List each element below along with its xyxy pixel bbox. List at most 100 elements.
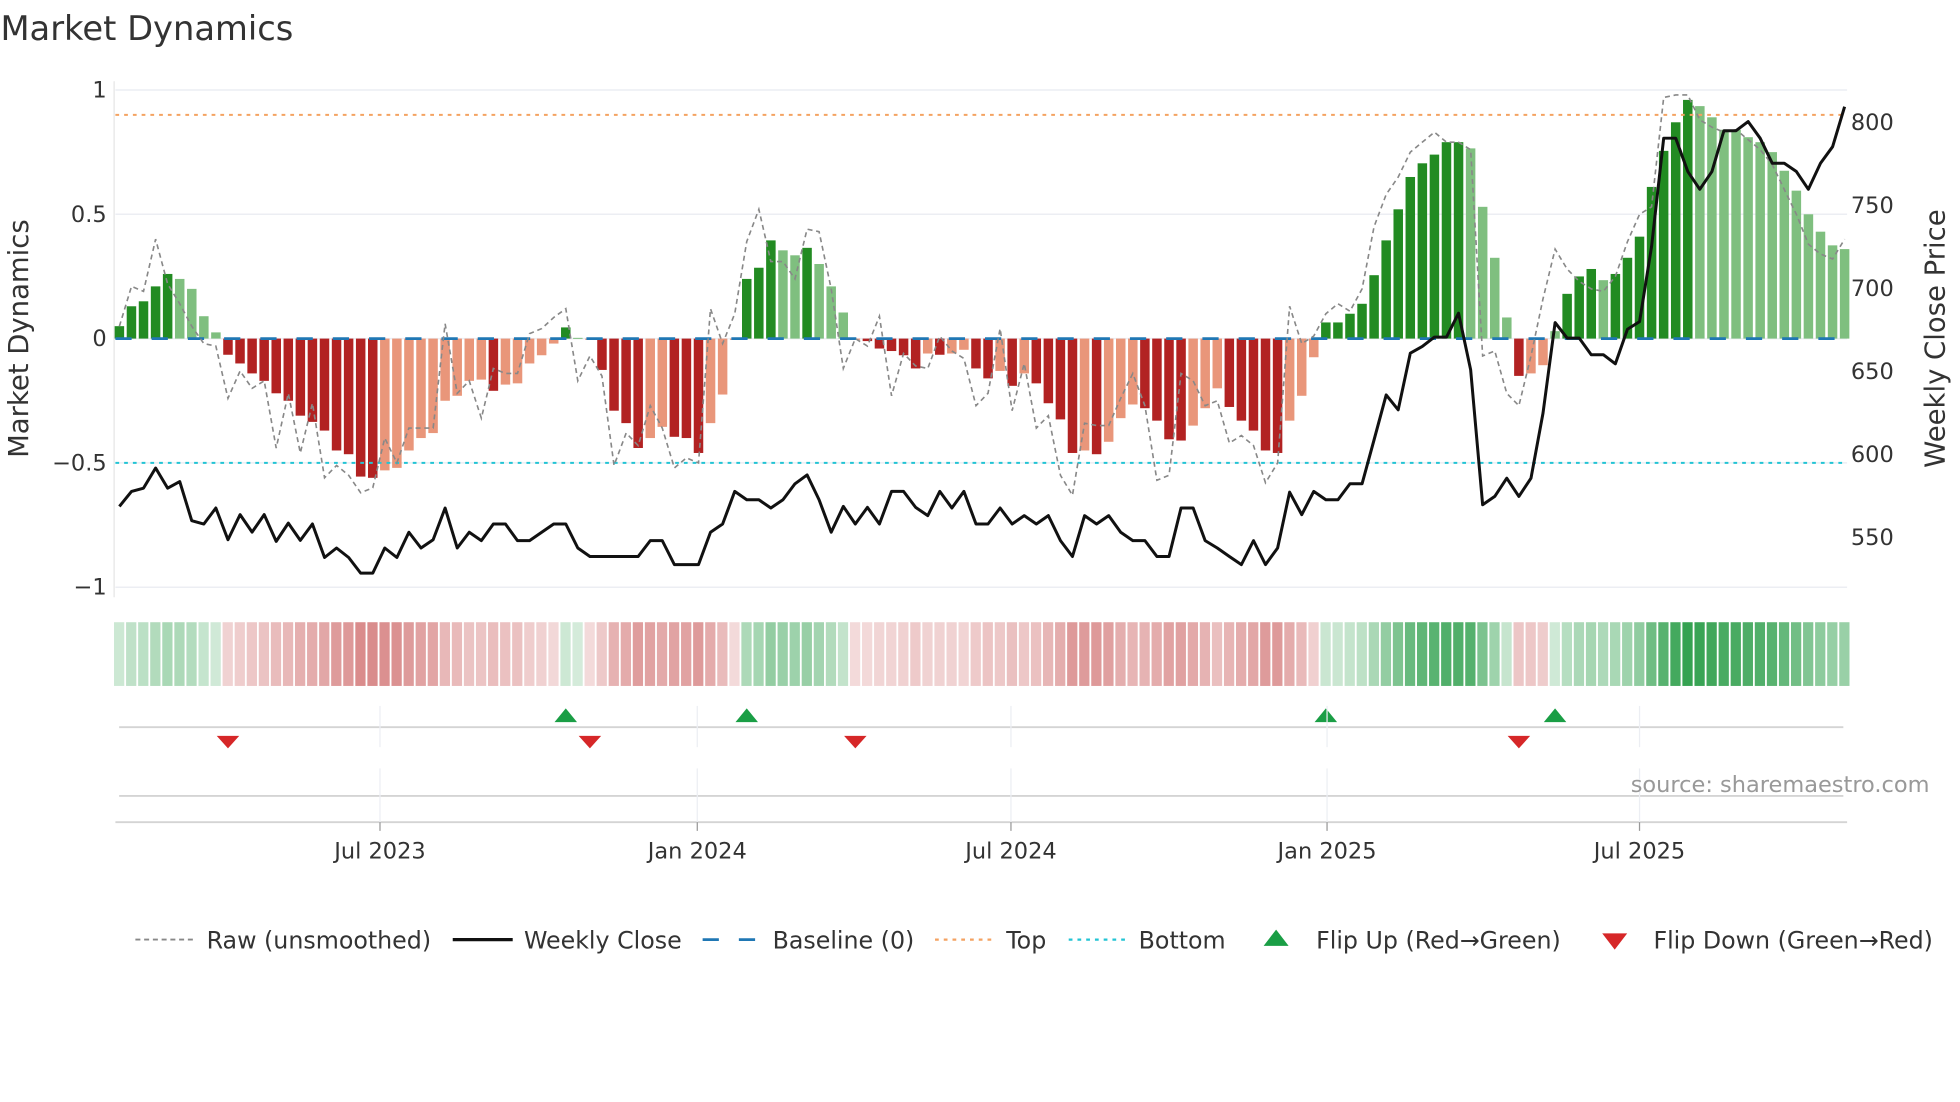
legend-label: Baseline (0): [773, 926, 915, 954]
dynamics-bar: [1309, 338, 1319, 358]
dynamics-bar: [1538, 338, 1548, 366]
y-tick-label: 1: [92, 77, 106, 103]
dynamics-bar: [512, 338, 523, 384]
dynamics-bar: [1405, 176, 1416, 339]
strip-cell: [536, 622, 547, 686]
dynamics-bar: [1731, 129, 1741, 339]
legend-item-flip-up: Flip Up (Red→Green): [1263, 926, 1561, 954]
strip-cell: [608, 622, 619, 686]
dynamics-bar: [922, 338, 933, 354]
dynamics-bar: [633, 338, 643, 448]
strip-cell: [319, 622, 330, 686]
strip-cell: [1561, 622, 1573, 686]
x-tick-label: Jul 2025: [1592, 838, 1685, 864]
dynamics-bar: [452, 338, 462, 396]
strip-cell: [753, 622, 764, 686]
market-dynamics-chart: Market Dynamics Market Dynamics Weekly C…: [0, 9, 1951, 954]
strip-cell: [1730, 622, 1741, 686]
strip-cell: [439, 622, 451, 686]
legend-item-top: Top: [935, 926, 1046, 954]
strip-cell: [367, 622, 378, 686]
dynamics-bar: [1489, 257, 1500, 339]
y2-tick-label: 600: [1851, 442, 1894, 468]
dynamics-bar: [307, 338, 318, 422]
dynamics-bar: [657, 338, 668, 427]
legend-label: Bottom: [1139, 926, 1226, 954]
strip-cell: [174, 622, 185, 686]
dynamics-bar: [1574, 276, 1584, 339]
raw-line: [118, 94, 1846, 498]
strip-cell: [777, 622, 788, 686]
strip-cell: [994, 622, 1005, 686]
dynamics-bar: [355, 338, 366, 477]
strip-cell: [1199, 622, 1211, 686]
strip-cell: [862, 622, 873, 686]
x-tick-label: Jan 2024: [646, 838, 747, 864]
dynamics-bar: [1598, 280, 1609, 339]
source-note: source: sharemaestro.com: [1631, 772, 1930, 798]
strip-cell: [1839, 622, 1850, 686]
strip-cell: [1525, 622, 1536, 686]
strip-cell: [560, 622, 571, 686]
strip-cell: [186, 622, 197, 686]
dynamics-bar: [162, 273, 173, 339]
flip-down-marker: [1507, 735, 1531, 749]
strip-cell: [1416, 622, 1428, 686]
strip-cell: [1356, 622, 1367, 686]
strip-cell: [1718, 622, 1729, 686]
strip-cell: [1610, 622, 1621, 686]
dynamics-bar: [1091, 338, 1102, 455]
strip-cell: [1670, 622, 1681, 686]
dynamics-bar: [1815, 231, 1826, 339]
strength-strip: [114, 622, 1850, 686]
flip-up-marker: [1543, 708, 1567, 723]
dynamics-bar: [1767, 152, 1777, 339]
strip-cell: [307, 622, 318, 686]
dynamics-bar: [645, 338, 655, 439]
legend-item-flip-down: Flip Down (Green→Red): [1602, 926, 1933, 954]
strip-cell: [656, 622, 668, 686]
strip-cell: [1272, 622, 1283, 686]
strip-cell: [1308, 622, 1319, 686]
dynamics-bar: [1079, 338, 1090, 451]
strip-cell: [463, 622, 475, 686]
strip-cell: [572, 622, 583, 686]
strip-cell: [1549, 622, 1560, 686]
strip-cell: [1223, 622, 1235, 686]
strip-cell: [1815, 622, 1826, 686]
dynamics-bar: [331, 338, 342, 451]
strip-cell: [391, 622, 402, 686]
strip-cell: [1284, 622, 1295, 686]
dynamics-bar: [971, 338, 981, 369]
dynamics-bar: [259, 338, 269, 381]
dynamics-bar: [524, 338, 535, 364]
strip-cell: [765, 622, 776, 686]
dynamics-bar: [1333, 322, 1343, 339]
dynamics-bar: [1465, 148, 1476, 339]
strip-cell: [1694, 622, 1705, 686]
dynamics-bar: [754, 267, 764, 339]
y2-tick-label: 750: [1851, 193, 1894, 219]
strip-cell: [825, 622, 837, 686]
strip-cell: [331, 622, 342, 686]
strip-cell: [789, 622, 800, 686]
dynamics-bar: [1176, 338, 1186, 441]
dynamics-bar: [114, 326, 125, 339]
strip-cell: [958, 622, 969, 686]
dynamics-bar: [1743, 137, 1753, 339]
flip-up-marker: [554, 708, 578, 723]
strip-cell: [1465, 622, 1476, 686]
strip-cell: [584, 622, 595, 686]
y2-tick-label: 650: [1851, 359, 1894, 385]
strip-cell: [415, 622, 426, 686]
dynamics-bar: [283, 338, 294, 401]
legend-item-close: Weekly Close: [452, 926, 682, 954]
strip-cell: [644, 622, 656, 686]
strip-cell: [1030, 622, 1042, 686]
dynamics-bar: [500, 338, 511, 385]
dynamics-bar: [995, 338, 1005, 371]
strip-cell: [1754, 622, 1766, 686]
strip-cell: [162, 622, 173, 686]
dynamics-bar: [150, 286, 161, 339]
y-tick-label: 0: [92, 326, 106, 352]
